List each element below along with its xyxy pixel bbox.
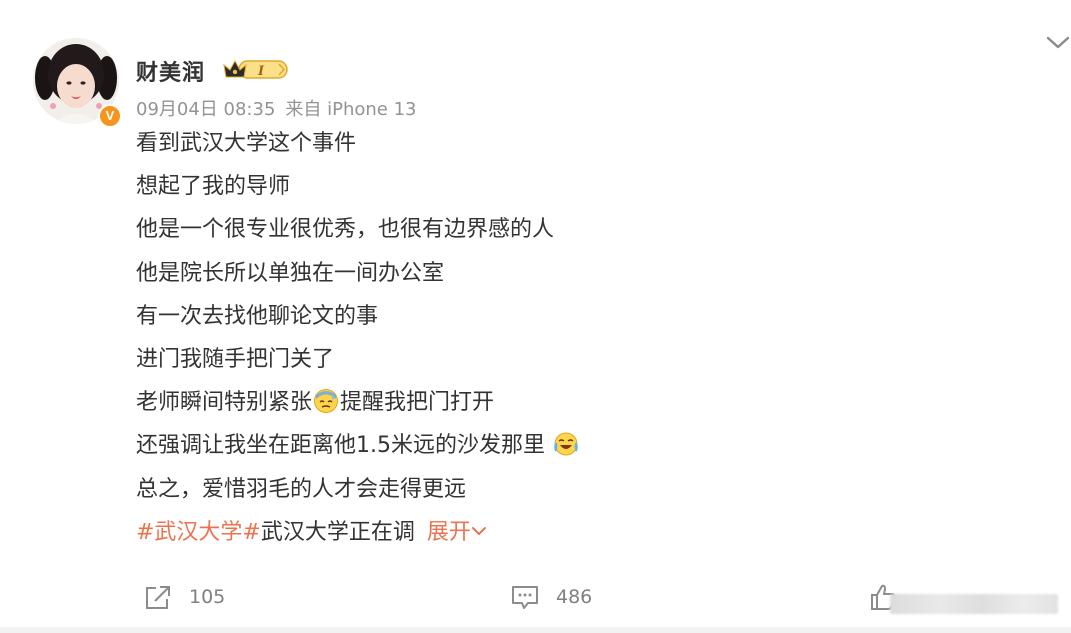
post-line: 看到武汉大学这个事件 — [136, 131, 357, 156]
like-count-obscured — [890, 594, 1058, 614]
weibo-post-card: V 财美润 I 09月04日 08:35 来自 iPhone 13 看到武汉大学这… — [0, 0, 1071, 633]
author-name[interactable]: 财美润 — [136, 55, 205, 87]
post-time[interactable]: 09月04日 08:35 — [136, 99, 275, 120]
like-button[interactable] — [868, 580, 1068, 616]
truncated-text: 武汉大学正在调 — [260, 519, 415, 545]
expand-link[interactable]: 展开 — [427, 520, 487, 545]
post-line-text: 老师瞬间特别紧张 — [136, 390, 313, 416]
post-line-last: #武汉大学#武汉大学正在调 展开 — [136, 516, 580, 559]
card-divider — [0, 627, 1071, 633]
chevron-down-icon — [471, 526, 486, 535]
post-line: 有一次去找他聊论文的事 — [136, 303, 379, 329]
chevron-down-icon — [1046, 36, 1070, 49]
post-line: 他是院长所以单独在一间办公室 — [136, 260, 445, 286]
verified-badge: V — [98, 104, 122, 128]
repost-count: 105 — [189, 586, 226, 608]
post-content: 看到武汉大学这个事件 想起了我的导师 他是一个很专业很优秀，也很有边界感的人 他… — [136, 127, 580, 559]
laugh-cry-emoji-icon — [554, 432, 578, 456]
post-line: 老师瞬间特别紧张 提醒我把门打开 — [136, 386, 580, 429]
comment-count: 486 — [556, 586, 593, 608]
expand-label: 展开 — [426, 519, 471, 545]
post-line-text: 提醒我把门打开 — [340, 390, 495, 416]
post-line: 总之，爱惜羽毛的人才会走得更远 — [136, 476, 467, 502]
post-source[interactable]: 来自 iPhone 13 — [285, 99, 416, 120]
post-line: 想起了我的导师 — [136, 174, 291, 200]
options-button[interactable] — [1044, 30, 1071, 56]
repost-icon — [146, 586, 170, 609]
hashtag-link[interactable]: #武汉大学# — [136, 520, 261, 545]
post-line: 进门我随手把门关了 — [136, 346, 335, 372]
post-meta: 09月04日 08:35 来自 iPhone 13 — [136, 95, 417, 121]
crown-vip-icon: I — [223, 59, 288, 79]
post-line-text: 还强调让我坐在距离他1.5米远的沙发那里 — [136, 433, 545, 459]
repost-button[interactable]: 105 — [143, 582, 225, 612]
comment-icon — [512, 586, 538, 609]
vip-level-text: I — [257, 64, 265, 79]
post-line: 还强调让我坐在距离他1.5米远的沙发那里 — [136, 429, 580, 472]
sweat-emoji-icon — [314, 389, 339, 414]
post-line: 他是一个很专业很优秀，也很有边界感的人 — [136, 217, 555, 243]
vip-badge[interactable]: I — [221, 56, 291, 82]
comment-button[interactable]: 486 — [510, 582, 592, 612]
